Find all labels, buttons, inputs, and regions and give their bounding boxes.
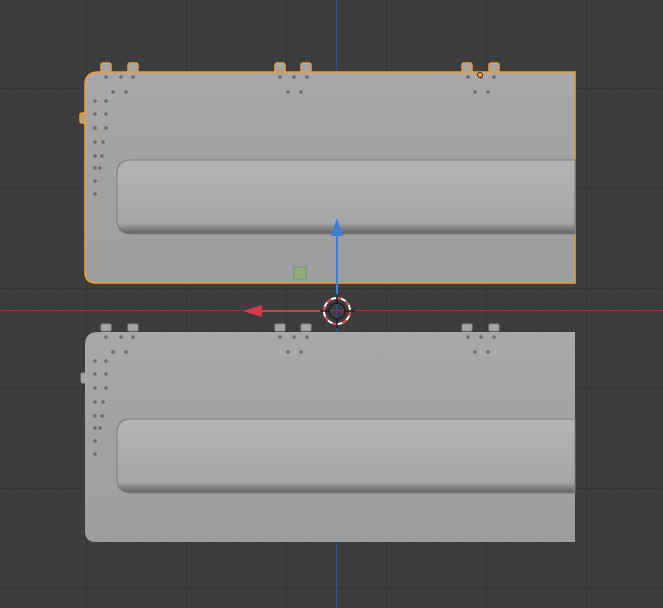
3d-viewport[interactable] — [0, 0, 663, 608]
lower-panel-rib — [116, 418, 576, 494]
face-marker — [293, 266, 307, 280]
upper-panel-rib — [116, 159, 576, 235]
object-origin-dot[interactable] — [476, 72, 483, 79]
gizmo-x-arrow-icon[interactable] — [243, 305, 262, 317]
upper-panel[interactable] — [79, 62, 576, 284]
lower-panel[interactable] — [80, 323, 576, 542]
3d-cursor-icon[interactable] — [320, 294, 354, 328]
scene-canvas — [79, 62, 576, 542]
